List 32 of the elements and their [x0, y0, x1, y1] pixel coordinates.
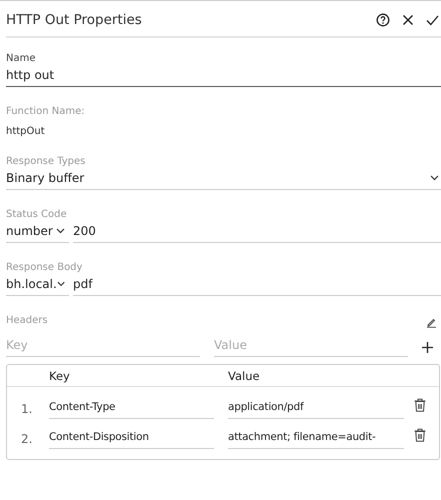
header-key-field[interactable]: Content-Type — [49, 399, 214, 419]
column-header: Key — [49, 369, 71, 383]
field-label: Response Types — [6, 156, 86, 167]
field-label: Headers — [6, 315, 48, 326]
chevron-down-icon — [430, 175, 439, 181]
function-name-text: httpOut — [6, 126, 46, 137]
window-title: HTTP Out Properties — [6, 12, 142, 28]
help-icon[interactable] — [376, 13, 390, 27]
trash-icon[interactable] — [414, 398, 426, 412]
type-dropdown[interactable]: number — [6, 223, 69, 243]
check-icon[interactable] — [426, 14, 439, 26]
row-number: 1. — [20, 402, 34, 416]
type-dropdown[interactable]: bh.local. — [6, 276, 69, 296]
response-body-field[interactable]: pdf — [73, 276, 441, 296]
chevron-down-icon — [56, 228, 65, 234]
row-number: 2. — [20, 432, 34, 446]
chevron-down-icon — [56, 281, 65, 287]
header-key-field[interactable]: Content-Disposition — [49, 429, 214, 449]
add-icon[interactable] — [422, 342, 433, 352]
column-header: Value — [228, 369, 261, 383]
header-value-field[interactable]: application/pdf — [228, 399, 404, 419]
field-label: Name — [6, 53, 37, 64]
header-value-field[interactable]: attachment; filename=audit- — [228, 429, 404, 449]
status-code-field[interactable]: 200 — [73, 223, 441, 243]
name-field[interactable]: http out — [6, 67, 441, 87]
edit-icon[interactable] — [426, 316, 437, 328]
field-label: Response Body — [6, 262, 84, 273]
trash-icon[interactable] — [414, 428, 426, 442]
field-label: Function Name: — [6, 106, 86, 117]
close-icon[interactable] — [402, 14, 414, 26]
field-label: Status Code — [6, 209, 68, 220]
response-types-dropdown[interactable]: Binary buffer — [6, 170, 441, 190]
